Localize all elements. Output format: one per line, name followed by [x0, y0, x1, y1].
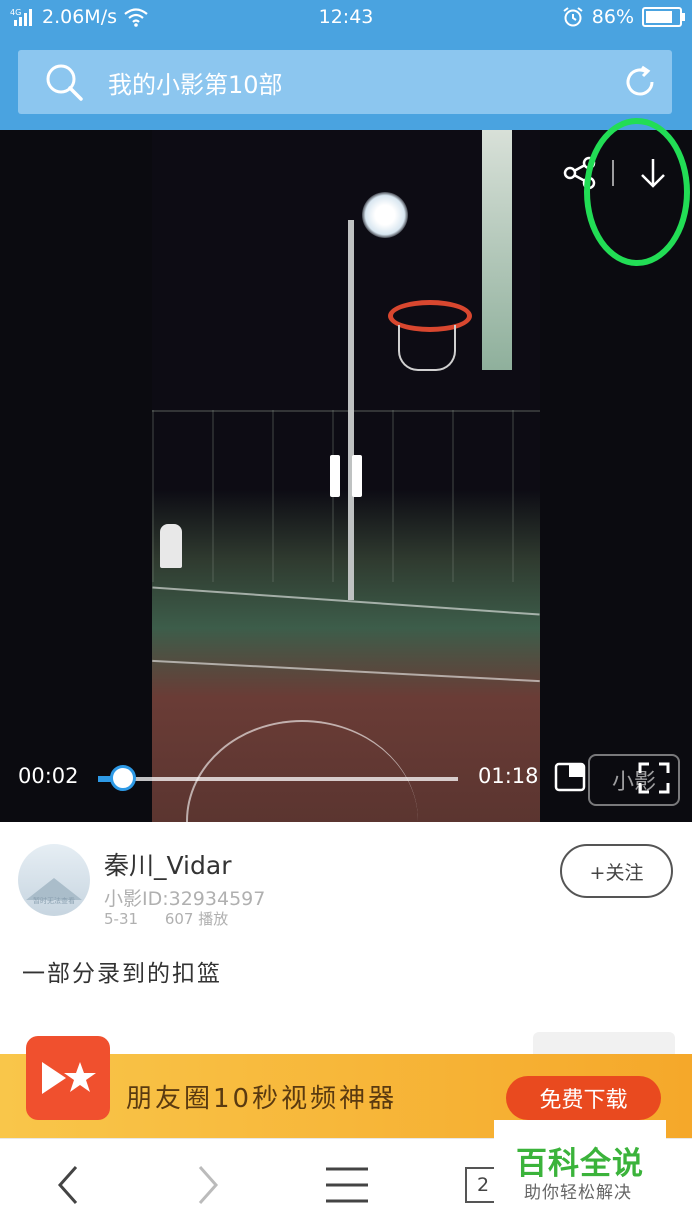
- play-count: 607 播放: [164, 910, 229, 928]
- avatar-caption: 暂时无法查看: [33, 897, 75, 905]
- author-name[interactable]: 秦川_Vidar: [104, 846, 231, 882]
- status-bar: 4G 2.06M/s 12:43 86%: [0, 0, 692, 36]
- basketball-net: [398, 325, 456, 371]
- xiaoying-watermark: 小影: [588, 754, 680, 806]
- video-player[interactable]: 00:02 01:18 小影: [0, 130, 692, 822]
- app-logo-icon[interactable]: [26, 1036, 110, 1120]
- backboard: [482, 130, 512, 370]
- search-bar[interactable]: 我的小影第10部: [18, 50, 672, 114]
- mini-window-icon[interactable]: [554, 762, 586, 794]
- post-description: 一部分录到的扣篮: [22, 961, 222, 987]
- ad-text: 朋友圈10秒视频神器: [126, 1084, 398, 1114]
- menu-icon[interactable]: [324, 1163, 370, 1207]
- current-time: 00:02: [18, 764, 79, 788]
- watermark-subtitle: 助你轻松解决: [524, 1183, 632, 1203]
- refresh-icon[interactable]: [620, 62, 660, 102]
- search-icon[interactable]: [42, 60, 86, 104]
- search-title[interactable]: 我的小影第10部: [108, 65, 283, 100]
- watermark-title: 百科全说: [516, 1146, 644, 1182]
- battery-percent: 86%: [591, 6, 634, 28]
- pause-button[interactable]: [330, 455, 362, 497]
- user-id: 小影ID:32934597: [104, 888, 266, 910]
- status-right: 86%: [562, 6, 685, 28]
- back-icon[interactable]: [52, 1163, 84, 1207]
- free-download-button[interactable]: 免费下载: [506, 1076, 661, 1120]
- post-info: 暂时无法查看 秦川_Vidar 小影ID:32934597 5-31 607 播…: [0, 822, 692, 1062]
- video-star-icon: [42, 1062, 96, 1094]
- header: 我的小影第10部: [0, 36, 692, 130]
- street-light: [362, 192, 408, 238]
- video-controls: 00:02 01:18 小影: [0, 750, 692, 806]
- court-line: [152, 659, 540, 683]
- progress-knob[interactable]: [110, 765, 136, 791]
- battery-icon: [642, 7, 685, 27]
- seated-person: [160, 524, 182, 568]
- avatar[interactable]: 暂时无法查看: [18, 844, 90, 916]
- forward-icon[interactable]: [192, 1163, 224, 1207]
- follow-button[interactable]: +关注: [560, 844, 673, 898]
- court-line: [152, 586, 540, 616]
- annotation-circle: [584, 118, 690, 266]
- progress-track[interactable]: [104, 777, 458, 781]
- alarm-icon: [563, 7, 583, 27]
- duration: 01:18: [478, 764, 539, 788]
- post-date: 5-31: [104, 910, 139, 928]
- baike-watermark: 百科全说 助你轻松解决: [494, 1120, 666, 1230]
- light-pole: [348, 220, 354, 600]
- post-meta: 5-31 607 播放: [104, 908, 250, 929]
